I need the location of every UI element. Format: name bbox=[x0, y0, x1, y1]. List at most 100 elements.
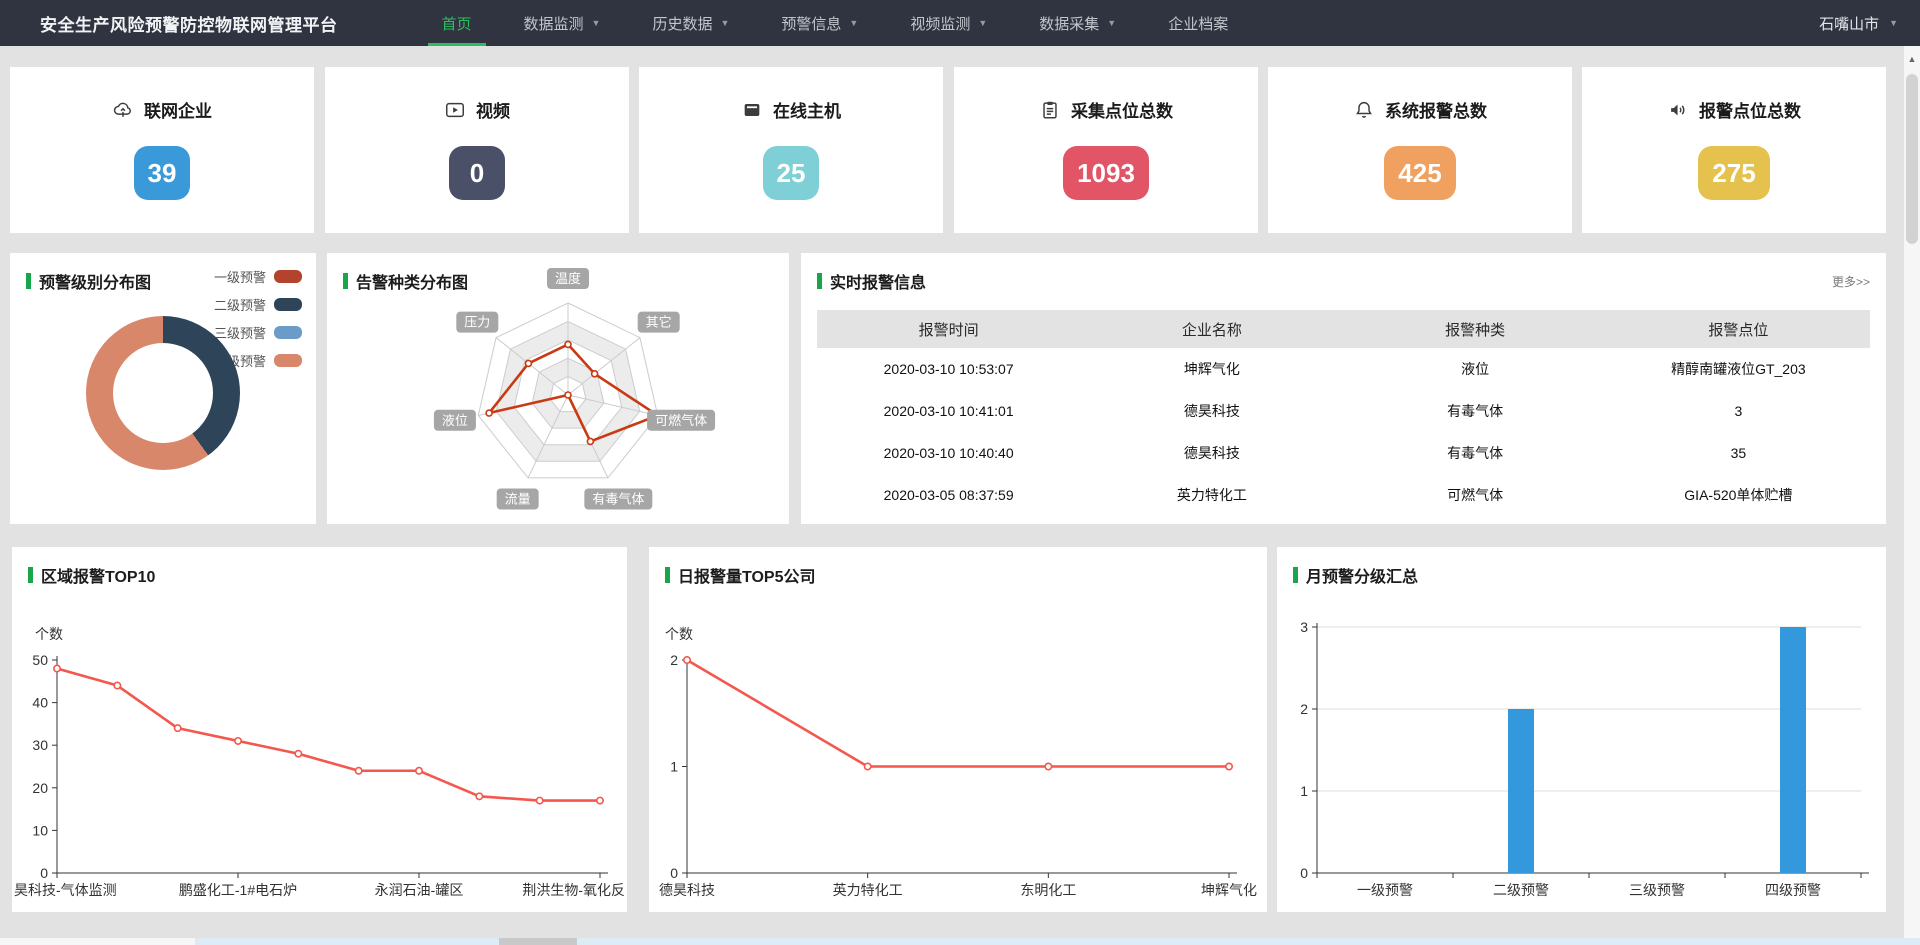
nav-label: 企业档案 bbox=[1168, 13, 1228, 34]
legend-swatch bbox=[274, 298, 302, 311]
video-icon bbox=[444, 99, 466, 121]
legend-item[interactable]: 二级预警 bbox=[214, 295, 302, 314]
region-label: 石嘴山市 bbox=[1819, 13, 1879, 34]
cloud-icon bbox=[112, 99, 134, 121]
host-icon bbox=[741, 99, 763, 121]
cell-enterprise: 德昊科技 bbox=[1080, 443, 1343, 463]
svg-text:德昊科技: 德昊科技 bbox=[659, 882, 715, 898]
cell-alarm-type: 液位 bbox=[1344, 359, 1607, 379]
panel-title: 预警级别分布图 bbox=[39, 269, 151, 293]
svg-text:3: 3 bbox=[1300, 619, 1308, 635]
clipboard-icon bbox=[1039, 99, 1061, 121]
svg-text:个数: 个数 bbox=[665, 626, 693, 642]
nav-label: 视频监测 bbox=[910, 13, 970, 34]
dashboard: 安全生产风险预警防控物联网管理平台 首页 数据监测 ▼ 历史数据 ▼ 预警信息 … bbox=[0, 0, 1920, 945]
alarm-table: 报警时间 企业名称 报警种类 报警点位 2020-03-10 10:53:07 … bbox=[817, 310, 1870, 516]
chevron-down-icon: ▼ bbox=[1889, 18, 1898, 28]
cell-alarm-point: 精醇南罐液位GT_203 bbox=[1607, 359, 1870, 379]
nav-item-enterprise-archive[interactable]: 企业档案 bbox=[1142, 0, 1254, 46]
cell-alarm-time: 2020-03-10 10:41:01 bbox=[817, 403, 1080, 419]
svg-text:2: 2 bbox=[670, 652, 678, 668]
svg-text:昊科技-气体监测: 昊科技-气体监测 bbox=[14, 882, 117, 898]
svg-text:液位: 液位 bbox=[442, 413, 468, 428]
cell-alarm-time: 2020-03-10 10:40:40 bbox=[817, 445, 1080, 461]
table-row: 2020-03-10 10:53:07 坤辉气化 液位 精醇南罐液位GT_203 bbox=[817, 348, 1870, 390]
svg-text:鹏盛化工-1#电石炉: 鹏盛化工-1#电石炉 bbox=[179, 882, 297, 898]
nav-label: 预警信息 bbox=[781, 13, 841, 34]
col-header-alarm-type: 报警种类 bbox=[1344, 319, 1607, 340]
cell-alarm-point: 35 bbox=[1607, 445, 1870, 461]
main-nav: 首页 数据监测 ▼ 历史数据 ▼ 预警信息 ▼ 视频监测 ▼ 数据采集 ▼ bbox=[416, 0, 1255, 46]
svg-text:0: 0 bbox=[1300, 865, 1308, 881]
page-scrollbar[interactable]: ▲ bbox=[1904, 46, 1920, 945]
app-title: 安全生产风险预警防控物联网管理平台 bbox=[40, 11, 338, 36]
radar-chart: 温度其它可燃气体有毒气体流量液位压力 bbox=[327, 253, 789, 524]
table-row: 2020-03-10 10:41:01 德昊科技 有毒气体 3 bbox=[817, 390, 1870, 432]
donut-hole bbox=[113, 343, 213, 443]
scroll-up-icon[interactable]: ▲ bbox=[1904, 54, 1920, 64]
panel-warning-level-donut: 预警级别分布图 一级预警二级预警三级预警四级预警 bbox=[10, 253, 316, 524]
legend-label: 三级预警 bbox=[214, 323, 266, 342]
svg-text:10: 10 bbox=[32, 822, 48, 838]
legend-item[interactable]: 一级预警 bbox=[214, 267, 302, 286]
nav-item-warning-info[interactable]: 预警信息 ▼ bbox=[755, 0, 884, 46]
cell-alarm-type: 可燃气体 bbox=[1344, 485, 1607, 505]
stat-value-badge: 25 bbox=[763, 146, 820, 200]
stat-label: 在线主机 bbox=[773, 97, 841, 122]
svg-text:荆洪生物-氧化反: 荆洪生物-氧化反 bbox=[522, 882, 625, 898]
table-row: 2020-03-10 10:40:40 德昊科技 有毒气体 35 bbox=[817, 432, 1870, 474]
svg-text:0: 0 bbox=[670, 865, 678, 881]
svg-text:有毒气体: 有毒气体 bbox=[592, 492, 644, 507]
svg-text:二级预警: 二级预警 bbox=[1493, 882, 1549, 898]
cell-enterprise: 英力特化工 bbox=[1080, 485, 1343, 505]
cell-enterprise: 德昊科技 bbox=[1080, 401, 1343, 421]
nav-item-home[interactable]: 首页 bbox=[416, 0, 498, 46]
region-selector[interactable]: 石嘴山市 ▼ bbox=[1819, 0, 1898, 46]
svg-text:30: 30 bbox=[32, 737, 48, 753]
svg-text:个数: 个数 bbox=[35, 626, 63, 642]
stat-card-videos: 视频 0 bbox=[325, 67, 629, 233]
nav-item-history-data[interactable]: 历史数据 ▼ bbox=[626, 0, 755, 46]
more-link[interactable]: 更多>> bbox=[1832, 273, 1870, 290]
stat-card-alarm-points: 报警点位总数 275 bbox=[1582, 67, 1886, 233]
svg-text:流量: 流量 bbox=[505, 492, 531, 507]
legend-label: 二级预警 bbox=[214, 295, 266, 314]
cell-alarm-time: 2020-03-05 08:37:59 bbox=[817, 487, 1080, 503]
svg-text:50: 50 bbox=[32, 652, 48, 668]
svg-text:坤辉气化: 坤辉气化 bbox=[1201, 882, 1257, 898]
nav-label: 数据采集 bbox=[1039, 13, 1099, 34]
panel-title: 实时报警信息 bbox=[830, 269, 926, 293]
stat-label: 联网企业 bbox=[144, 97, 212, 122]
chevron-down-icon: ▼ bbox=[849, 18, 858, 28]
nav-item-video-monitor[interactable]: 视频监测 ▼ bbox=[884, 0, 1013, 46]
col-header-enterprise: 企业名称 bbox=[1080, 319, 1343, 340]
svg-text:可燃气体: 可燃气体 bbox=[655, 413, 707, 428]
legend-item[interactable]: 三级预警 bbox=[214, 323, 302, 342]
svg-text:其它: 其它 bbox=[646, 315, 672, 330]
svg-text:1: 1 bbox=[670, 759, 678, 775]
stat-label: 采集点位总数 bbox=[1071, 97, 1173, 122]
monthly-warning-bar-chart: 0123一级预警二级预警三级预警四级预警 bbox=[1277, 547, 1886, 912]
svg-text:四级预警: 四级预警 bbox=[1765, 882, 1821, 898]
svg-text:20: 20 bbox=[32, 780, 48, 796]
cell-alarm-type: 有毒气体 bbox=[1344, 443, 1607, 463]
stat-card-connected-enterprises: 联网企业 39 bbox=[10, 67, 314, 233]
cell-alarm-point: GIA-520单体贮槽 bbox=[1607, 485, 1870, 505]
svg-text:40: 40 bbox=[32, 695, 48, 711]
svg-text:0: 0 bbox=[40, 865, 48, 881]
speaker-icon bbox=[1667, 99, 1689, 121]
stat-card-online-hosts: 在线主机 25 bbox=[639, 67, 943, 233]
nav-item-data-monitor[interactable]: 数据监测 ▼ bbox=[498, 0, 627, 46]
panel-daily-alarm-top5: 日报警量TOP5公司 个数012德昊科技英力特化工东明化工坤辉气化 bbox=[649, 547, 1267, 912]
svg-text:2: 2 bbox=[1300, 701, 1308, 717]
chevron-down-icon: ▼ bbox=[1107, 18, 1116, 28]
cell-alarm-time: 2020-03-10 10:53:07 bbox=[817, 361, 1080, 377]
scrollbar-thumb[interactable] bbox=[1906, 74, 1918, 244]
chevron-down-icon: ▼ bbox=[720, 18, 729, 28]
nav-item-data-collect[interactable]: 数据采集 ▼ bbox=[1013, 0, 1142, 46]
bottom-strip bbox=[0, 938, 1920, 945]
panel-realtime-alarms: 实时报警信息 更多>> 报警时间 企业名称 报警种类 报警点位 2020-03-… bbox=[801, 253, 1886, 524]
bottom-strip-segment bbox=[499, 938, 577, 945]
panel-alarm-type-radar: 告警种类分布图 温度其它可燃气体有毒气体流量液位压力 bbox=[327, 253, 789, 524]
panel-monthly-warning-summary: 月预警分级汇总 0123一级预警二级预警三级预警四级预警 bbox=[1277, 547, 1886, 912]
